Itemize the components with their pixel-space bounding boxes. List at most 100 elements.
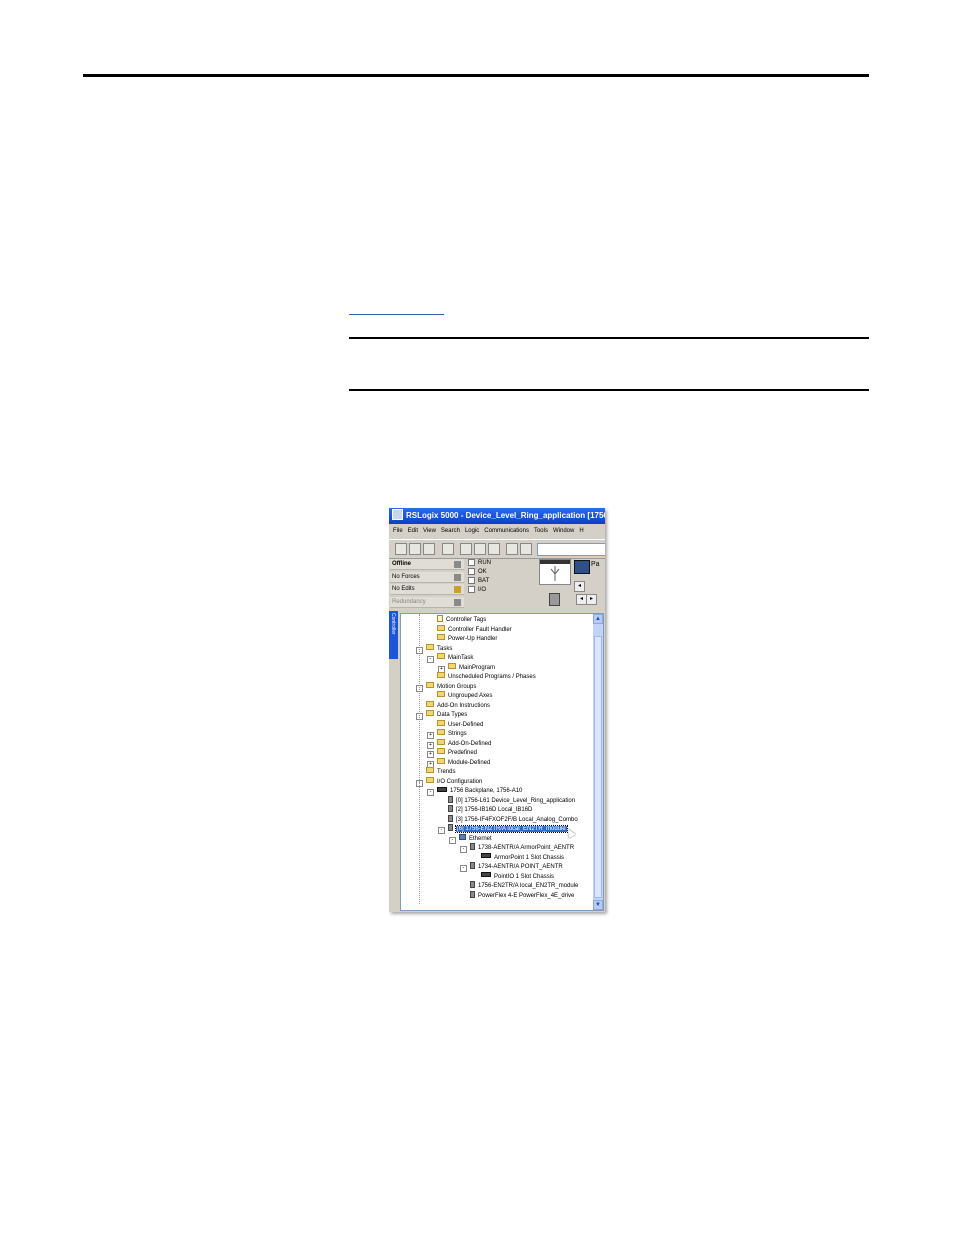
status-dropdown-icon[interactable] — [454, 573, 461, 581]
tree-item[interactable]: 1756-EN2TR/A local_EN2TR_module — [470, 881, 578, 891]
status-label: No Forces — [392, 573, 420, 580]
tree-item[interactable]: Motion Groups — [426, 681, 476, 692]
menu-item-logic[interactable]: Logic — [465, 528, 479, 534]
tree-item[interactable]: Tasks — [426, 643, 453, 654]
save-icon[interactable] — [423, 543, 435, 555]
tree-item[interactable]: Trends — [426, 767, 455, 777]
tree-item[interactable]: PowerFlex 4-E PowerFlex_4E_drive — [470, 890, 574, 901]
tree-item[interactable]: Add-On-Defined — [437, 738, 492, 749]
status-dropdown-icon[interactable] — [454, 586, 461, 593]
tree-item[interactable]: MainProgram — [448, 662, 496, 673]
menu-item-view[interactable]: View — [423, 528, 436, 534]
tree-item[interactable]: PointIO 1 Slot Chassis — [481, 872, 554, 882]
toolbar-search-input[interactable] — [537, 543, 605, 556]
tree-item[interactable]: [2] 1756-IB16D Local_IB16D — [448, 805, 533, 815]
status-dropdown-icon[interactable] — [454, 561, 461, 568]
module-icon — [448, 795, 453, 803]
controller-organizer-tree[interactable]: ▲ ▼ Controller Tags Controller Fault Hand… — [400, 613, 604, 911]
paste-icon[interactable] — [488, 543, 500, 555]
new-icon[interactable] — [395, 543, 407, 555]
tree-item-label: [6] 1756-EN2TR/A local_EN2TR_module — [455, 825, 568, 834]
tree-item-label: Add-On-Defined — [448, 740, 492, 747]
tree-item[interactable]: Unscheduled Programs / Phases — [437, 672, 536, 682]
status-label: No Edits — [392, 586, 415, 592]
folder-icon — [426, 776, 434, 783]
led-ok: OK — [468, 568, 508, 577]
tree-item[interactable]: Power-Up Handler — [437, 634, 497, 644]
tree-scrollbar[interactable]: ▲ ▼ — [593, 614, 603, 910]
expand-icon[interactable]: + — [427, 741, 434, 749]
scroll-down-icon[interactable]: ▼ — [593, 900, 603, 910]
tree-item[interactable]: Controller Tags — [437, 615, 486, 625]
tree-item[interactable]: Data Types — [426, 710, 467, 720]
tree-item-label: Module-Defined — [448, 759, 491, 766]
tree-item[interactable]: Add-On Instructions — [426, 700, 491, 711]
menu-item-communications[interactable]: Communications — [484, 528, 529, 534]
tree-item-label: Tasks — [437, 645, 453, 652]
tree-item-label: MainProgram — [459, 664, 496, 671]
collapse-icon[interactable]: - — [438, 827, 445, 834]
tree-item[interactable]: 1738-AENTR/A ArmorPoint_AENTR — [470, 843, 574, 853]
tree-item[interactable]: Module-Defined — [437, 757, 491, 768]
collapse-icon[interactable]: - — [427, 789, 434, 796]
tree-item[interactable]: Ungrouped Axes — [437, 691, 492, 701]
module-icon — [448, 805, 453, 812]
hyperlink-underline[interactable] — [349, 314, 444, 315]
tree-item[interactable]: Ethernet — [459, 833, 492, 844]
menu-item-search[interactable]: Search — [441, 528, 460, 534]
led-io: I/O — [468, 586, 508, 595]
tree-item-label: [2] 1756-IB16D Local_IB16D — [456, 807, 533, 814]
scroll-thumb[interactable] — [594, 636, 602, 898]
controller-organizer-tab[interactable]: Controller — [389, 611, 398, 659]
expand-icon[interactable]: + — [427, 751, 434, 758]
tree-item[interactable]: Controller Fault Handler — [437, 624, 512, 635]
tree-item[interactable]: Predefined — [437, 748, 477, 758]
collapse-icon[interactable]: - — [460, 865, 467, 872]
copy-icon[interactable] — [474, 543, 486, 555]
menu-item-h[interactable]: H — [579, 528, 583, 534]
status-label: Redundancy — [392, 598, 426, 605]
print-icon[interactable] — [442, 543, 454, 555]
led-label: BAT — [478, 578, 490, 585]
tree-item[interactable]: [6] 1756-EN2TR/A local_EN2TR_module — [448, 824, 568, 834]
module-icon — [470, 862, 475, 869]
menu-item-window[interactable]: Window — [553, 528, 574, 534]
collapse-icon[interactable]: - — [449, 836, 456, 844]
tree-guide-line — [419, 614, 420, 904]
expand-icon[interactable]: + — [427, 732, 434, 739]
status-label: Offline — [392, 561, 411, 567]
status-redundancy[interactable]: Redundancy — [390, 596, 464, 608]
nav-right-button[interactable]: ▸ — [586, 594, 597, 605]
window-title: RSLogix 5000 - Device_Level_Ring_applica… — [406, 511, 605, 520]
open-icon[interactable] — [409, 543, 421, 555]
status-offline[interactable]: Offline — [390, 559, 464, 570]
tree-item[interactable]: ArmorPoint 1 Slot Chassis — [481, 853, 564, 863]
path-indicator — [539, 559, 571, 585]
led-label: OK — [478, 569, 487, 576]
ladder-button[interactable] — [549, 593, 560, 606]
collapse-icon[interactable]: - — [427, 656, 434, 663]
menu-item-edit[interactable]: Edit — [408, 528, 418, 534]
redo-icon[interactable] — [520, 543, 532, 555]
scroll-up-icon[interactable]: ▲ — [593, 614, 603, 624]
collapse-icon[interactable]: - — [460, 846, 467, 853]
network-icon[interactable] — [574, 560, 590, 574]
menu-item-tools[interactable]: Tools — [534, 528, 548, 534]
menu-item-file[interactable]: File — [393, 528, 403, 534]
tree-item[interactable]: MainTask — [437, 653, 473, 663]
tree-item[interactable]: User-Defined — [437, 719, 483, 730]
tree-item[interactable]: [0] 1756-L61 Device_Level_Ring_applicati… — [448, 795, 575, 806]
folder-icon — [437, 653, 445, 660]
status-dropdown-icon[interactable] — [454, 598, 461, 606]
tree-item[interactable]: Strings — [437, 729, 467, 739]
cut-icon[interactable] — [460, 543, 472, 555]
tree-item-label: Add-On Instructions — [437, 702, 491, 709]
tree-item[interactable]: 1734-AENTR/A POINT_AENTR — [470, 862, 563, 872]
tree-item[interactable]: I/O Configuration — [426, 776, 482, 787]
title-bar[interactable]: RSLogix 5000 - Device_Level_Ring_applica… — [389, 508, 605, 524]
nav-left-button[interactable]: ◂ — [574, 581, 585, 592]
undo-icon[interactable] — [506, 543, 518, 555]
status-no-forces[interactable]: No Forces — [390, 571, 464, 583]
tree-item[interactable]: [3] 1756-IF4FXOF2F/B Local_Analog_Combo — [448, 814, 578, 825]
status-no-edits[interactable]: No Edits — [390, 584, 464, 595]
